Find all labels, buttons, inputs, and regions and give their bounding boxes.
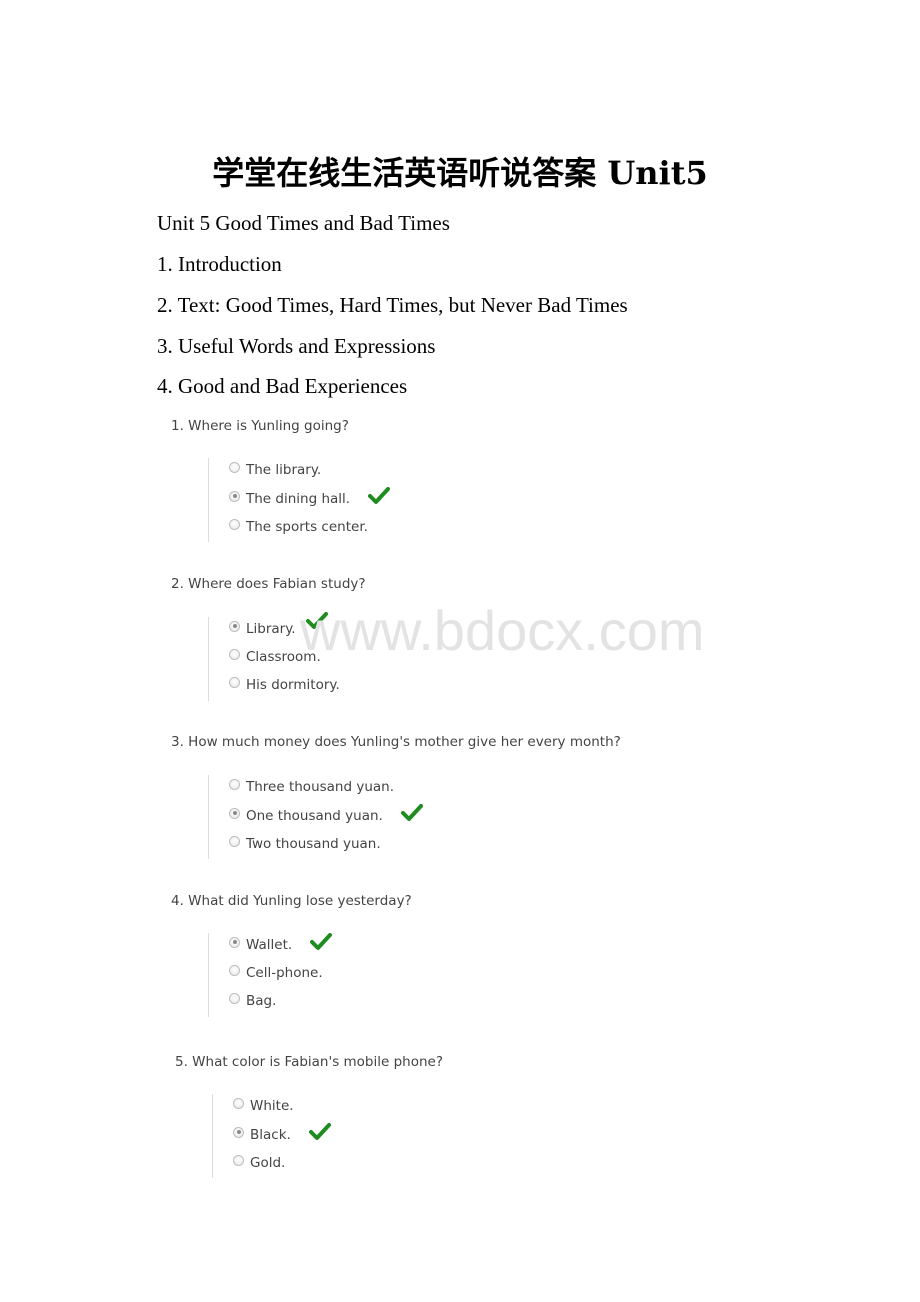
- radio-button[interactable]: [229, 964, 240, 976]
- radio-button[interactable]: [229, 676, 240, 688]
- question-1-options: The library. The dining hall. The sports…: [208, 458, 509, 542]
- section-text: 2. Text: Good Times, Hard Times, but Nev…: [157, 293, 628, 317]
- option-label: The library.: [246, 462, 322, 478]
- option[interactable]: The sports center.: [229, 515, 368, 539]
- question-2-options: Library. Classroom. His dormitory.: [208, 612, 509, 701]
- section-introduction: 1. Introduction: [157, 252, 282, 276]
- radio-button[interactable]: [229, 778, 240, 790]
- option-selected[interactable]: Black.: [233, 1123, 331, 1147]
- option-selected[interactable]: One thousand yuan.: [229, 804, 423, 828]
- radio-button[interactable]: [229, 518, 240, 530]
- option-label: Wallet.: [246, 937, 293, 953]
- checkmark-icon: [305, 612, 328, 629]
- option-label: Two thousand yuan.: [246, 836, 381, 852]
- radio-button-checked[interactable]: [229, 807, 240, 819]
- checkmark-icon: [368, 487, 391, 504]
- radio-button[interactable]: [233, 1097, 244, 1109]
- option-label: Cell-phone.: [246, 965, 323, 981]
- document-page: 学堂在线生活英语听说答案 Unit5 Unit 5 Good Times and…: [0, 0, 920, 1302]
- option[interactable]: The library.: [229, 458, 321, 482]
- option-selected[interactable]: The dining hall.: [229, 487, 391, 511]
- option-label: Bag.: [246, 993, 277, 1009]
- checkmark-icon: [308, 1123, 331, 1140]
- option-label: The dining hall.: [246, 491, 351, 507]
- question-3-options: Three thousand yuan. One thousand yuan. …: [208, 775, 509, 859]
- option[interactable]: Two thousand yuan.: [229, 832, 381, 856]
- question-2: 2. Where does Fabian study?: [171, 576, 366, 592]
- radio-button-checked[interactable]: [233, 1126, 244, 1138]
- radio-button-checked[interactable]: [229, 490, 240, 502]
- radio-button[interactable]: [229, 648, 240, 660]
- section-experiences: 4. Good and Bad Experiences: [157, 374, 408, 398]
- section-useful-words: 3. Useful Words and Expressions: [157, 334, 436, 358]
- question-5-options: White. Black. Gold.: [212, 1094, 513, 1178]
- option[interactable]: Cell-phone.: [229, 961, 323, 985]
- document-title: 学堂在线生活英语听说答案 Unit5: [212, 154, 708, 192]
- unit-heading: Unit 5 Good Times and Bad Times: [157, 211, 450, 235]
- radio-button-checked[interactable]: [229, 936, 240, 948]
- radio-button[interactable]: [229, 461, 240, 473]
- option-label: White.: [250, 1098, 294, 1114]
- option-label: Black.: [250, 1127, 291, 1143]
- option-label: The sports center.: [246, 519, 368, 535]
- question-4-options: Wallet. Cell-phone. Bag.: [208, 933, 509, 1017]
- radio-button-checked[interactable]: [229, 620, 240, 632]
- radio-button[interactable]: [233, 1154, 244, 1166]
- checkmark-icon: [400, 804, 423, 821]
- question-5: 5. What color is Fabian's mobile phone?: [175, 1054, 444, 1070]
- question-1: 1. Where is Yunling going?: [171, 418, 349, 434]
- option[interactable]: His dormitory.: [229, 673, 340, 697]
- radio-button[interactable]: [229, 835, 240, 847]
- question-3: 3. How much money does Yunling's mother …: [171, 734, 621, 750]
- option-label: Three thousand yuan.: [246, 779, 395, 795]
- option[interactable]: Gold.: [233, 1151, 285, 1175]
- option[interactable]: Three thousand yuan.: [229, 775, 394, 799]
- checkmark-icon: [310, 933, 333, 950]
- option-label: His dormitory.: [246, 677, 340, 693]
- radio-button[interactable]: [229, 992, 240, 1004]
- option-label: One thousand yuan.: [246, 808, 383, 824]
- option[interactable]: Classroom.: [229, 645, 321, 669]
- option-label: Gold.: [250, 1155, 286, 1171]
- option-selected[interactable]: Wallet.: [229, 933, 333, 957]
- option-label: Library.: [246, 621, 296, 637]
- option-label: Classroom.: [246, 649, 321, 665]
- option-selected[interactable]: Library.: [229, 612, 328, 641]
- option[interactable]: Bag.: [229, 989, 276, 1013]
- question-4: 4. What did Yunling lose yesterday?: [171, 893, 412, 909]
- option[interactable]: White.: [233, 1094, 294, 1118]
